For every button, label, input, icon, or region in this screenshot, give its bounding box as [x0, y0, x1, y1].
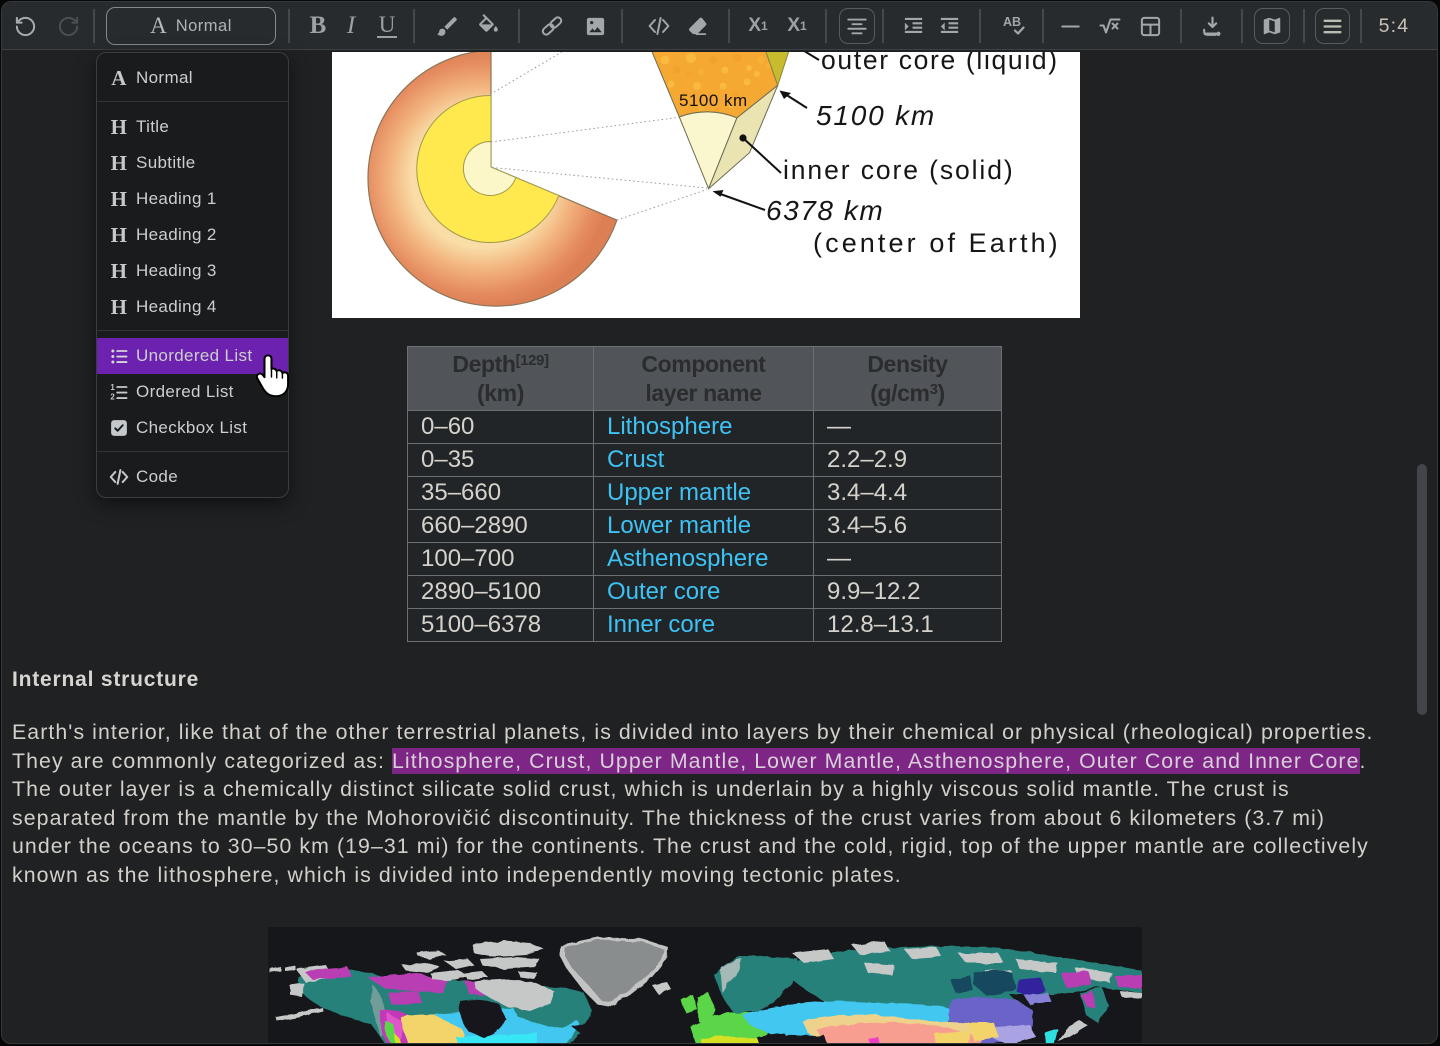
svg-text:5100 km: 5100 km [816, 100, 936, 131]
svg-text:2: 2 [110, 392, 115, 401]
svg-text:AB: AB [1003, 15, 1021, 29]
svg-text:6378 km: 6378 km [766, 195, 884, 226]
svg-text:inner core (solid): inner core (solid) [783, 155, 1015, 185]
svg-text:1: 1 [110, 383, 115, 392]
svg-text:outer core (liquid): outer core (liquid) [821, 52, 1059, 75]
svg-text:5100 km: 5100 km [679, 91, 748, 110]
svg-text:(center of Earth): (center of Earth) [813, 228, 1061, 258]
